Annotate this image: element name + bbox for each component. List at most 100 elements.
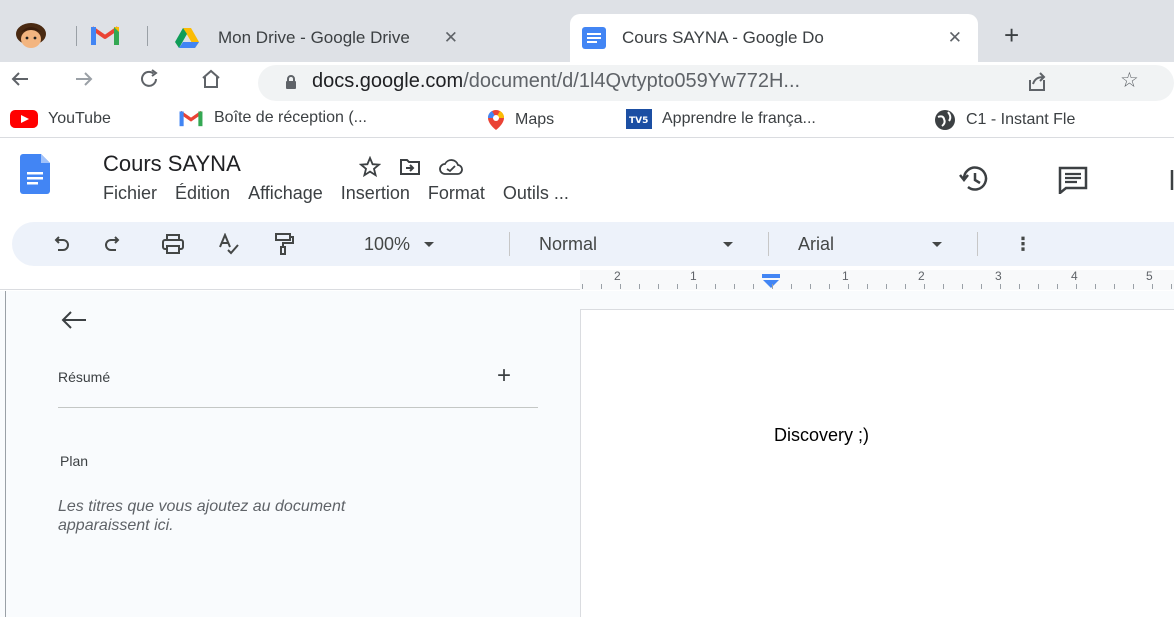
tv5-icon: TV5 [626, 109, 652, 129]
spellcheck-icon [219, 233, 239, 255]
comments-icon[interactable] [1058, 166, 1088, 194]
ruler-number: 2 [614, 269, 621, 283]
google-docs-icon [582, 27, 606, 49]
browser-toolbar: docs.google.com/document/d/1l4Qvtypto059… [0, 62, 1174, 104]
tab-title: Cours SAYNA - Google Do [622, 28, 824, 47]
ruler-tick [1152, 284, 1153, 289]
document-body-text[interactable]: Discovery ;) [774, 425, 869, 446]
document-workspace: Résumé + Plan Les titres que vous ajoute… [0, 291, 1174, 617]
bookmark-label: Boîte de réception (... [214, 109, 367, 126]
version-history-icon[interactable] [958, 164, 990, 194]
menu-item-edition[interactable]: Édition [175, 183, 230, 204]
google-docs-logo-icon[interactable] [20, 154, 50, 194]
url-path: /document/d/1l4Qvtypto059Yw772H... [463, 70, 801, 92]
ruler-tick [962, 284, 963, 289]
bookmark-star-icon[interactable]: ☆ [1120, 68, 1139, 93]
toolbar-separator [977, 232, 978, 256]
menu-item-format[interactable]: Format [428, 183, 485, 204]
ruler-tick [867, 284, 868, 289]
undo-icon [54, 236, 69, 251]
paragraph-style-select[interactable]: Normal [539, 222, 733, 266]
menu-item-affichage[interactable]: Affichage [248, 183, 323, 204]
ruler-tick [620, 284, 621, 289]
ruler-tick [753, 284, 754, 289]
document-page[interactable]: Discovery ;) [580, 309, 1174, 617]
move-folder-icon[interactable] [399, 157, 421, 177]
forward-button[interactable] [74, 68, 94, 98]
paint-format-button[interactable] [274, 222, 294, 266]
font-family-value: Arial [798, 233, 835, 254]
close-tab-icon[interactable]: ✕ [440, 28, 462, 48]
tab-title: Mon Drive - Google Drive [218, 28, 410, 47]
ruler-tick [924, 284, 925, 289]
ruler-number: 1 [842, 269, 849, 283]
bookmark-tv5[interactable]: TV5 Apprendre le frança... [626, 109, 816, 129]
ruler-tick [1038, 284, 1039, 289]
home-button[interactable] [200, 68, 222, 99]
zoom-select[interactable]: 100% [364, 222, 435, 266]
chevron-down-icon [424, 241, 435, 247]
youtube-icon [10, 110, 38, 128]
print-icon [162, 234, 184, 254]
ruler-tick [658, 284, 659, 289]
ruler-tick [1019, 284, 1020, 289]
back-button[interactable] [10, 68, 30, 98]
ruler-tick [1000, 284, 1001, 289]
bookmark-c1-instant-fle[interactable]: C1 - Instant Fle [934, 109, 1075, 131]
tab-google-docs[interactable]: Cours SAYNA - Google Do ✕ [570, 14, 978, 62]
star-icon[interactable] [359, 156, 381, 178]
reload-button[interactable] [138, 68, 160, 99]
ruler-number: 4 [1071, 269, 1078, 283]
url-host: docs.google.com [312, 70, 464, 92]
back-arrow-icon [11, 72, 28, 86]
toolbar-separator [509, 232, 510, 256]
bookmark-maps[interactable]: Maps [487, 109, 554, 131]
horizontal-ruler[interactable]: 2 1 1 2 3 4 5 [0, 266, 1174, 290]
share-icon[interactable] [1026, 71, 1048, 93]
bookmark-youtube[interactable]: YouTube [10, 109, 111, 129]
menu-item-outils[interactable]: Outils ... [503, 183, 569, 204]
gmail-pinned-tab[interactable] [90, 17, 120, 53]
add-summary-button[interactable]: + [497, 364, 511, 388]
indent-marker-icon[interactable] [762, 274, 780, 288]
new-tab-button[interactable]: + [1004, 22, 1019, 48]
document-outline-panel: Résumé + Plan Les titres que vous ajoute… [0, 291, 570, 617]
browser-tab-strip: Mon Drive - Google Drive ✕ Cours SAYNA -… [0, 0, 1174, 62]
avatar-icon [16, 23, 46, 48]
menu-item-fichier[interactable]: Fichier [103, 183, 157, 204]
paint-format-icon [275, 233, 294, 255]
bookmark-gmail[interactable]: Boîte de réception (... [178, 109, 367, 127]
cloud-saved-icon[interactable] [439, 158, 463, 176]
spellcheck-button[interactable] [218, 222, 240, 266]
ruler-number: 1 [690, 269, 697, 283]
maps-icon [487, 110, 505, 130]
document-title[interactable]: Cours SAYNA [103, 151, 241, 177]
bookmarks-bar: YouTube Boîte de réception (... Maps TV5… [0, 104, 1174, 138]
redo-button[interactable] [104, 222, 122, 266]
ruler-tick [981, 284, 982, 289]
gmail-icon [179, 110, 203, 127]
redo-icon [105, 236, 120, 251]
ruler-tick [772, 284, 773, 289]
close-outline-arrow-icon[interactable] [60, 309, 88, 331]
bookmark-label: C1 - Instant Fle [966, 111, 1076, 128]
ruler-tick [810, 284, 811, 289]
more-options-button[interactable]: ⋮ [1014, 222, 1032, 266]
close-tab-icon[interactable]: ✕ [944, 28, 966, 48]
undo-button[interactable] [52, 222, 70, 266]
ruler-tick [1171, 284, 1172, 289]
print-button[interactable] [162, 222, 184, 266]
menu-item-insertion[interactable]: Insertion [341, 183, 410, 204]
ruler-number: 5 [1146, 269, 1153, 283]
meet-icon[interactable] [1158, 166, 1174, 192]
menu-bar: Fichier Édition Affichage Insertion Form… [103, 183, 587, 204]
toolbar-separator [768, 232, 769, 256]
docs-header: Cours SAYNA Fichier Édition Affichage In… [0, 138, 1174, 216]
address-bar[interactable]: docs.google.com/document/d/1l4Qvtypto059… [258, 65, 1174, 101]
bookmark-label: Apprendre le frança... [662, 110, 816, 127]
tab-separator [76, 26, 77, 46]
profile-pinned-tab[interactable] [14, 17, 48, 53]
tab-google-drive[interactable]: Mon Drive - Google Drive ✕ [162, 14, 560, 62]
globe-icon [935, 110, 955, 130]
font-family-select[interactable]: Arial [798, 222, 942, 266]
